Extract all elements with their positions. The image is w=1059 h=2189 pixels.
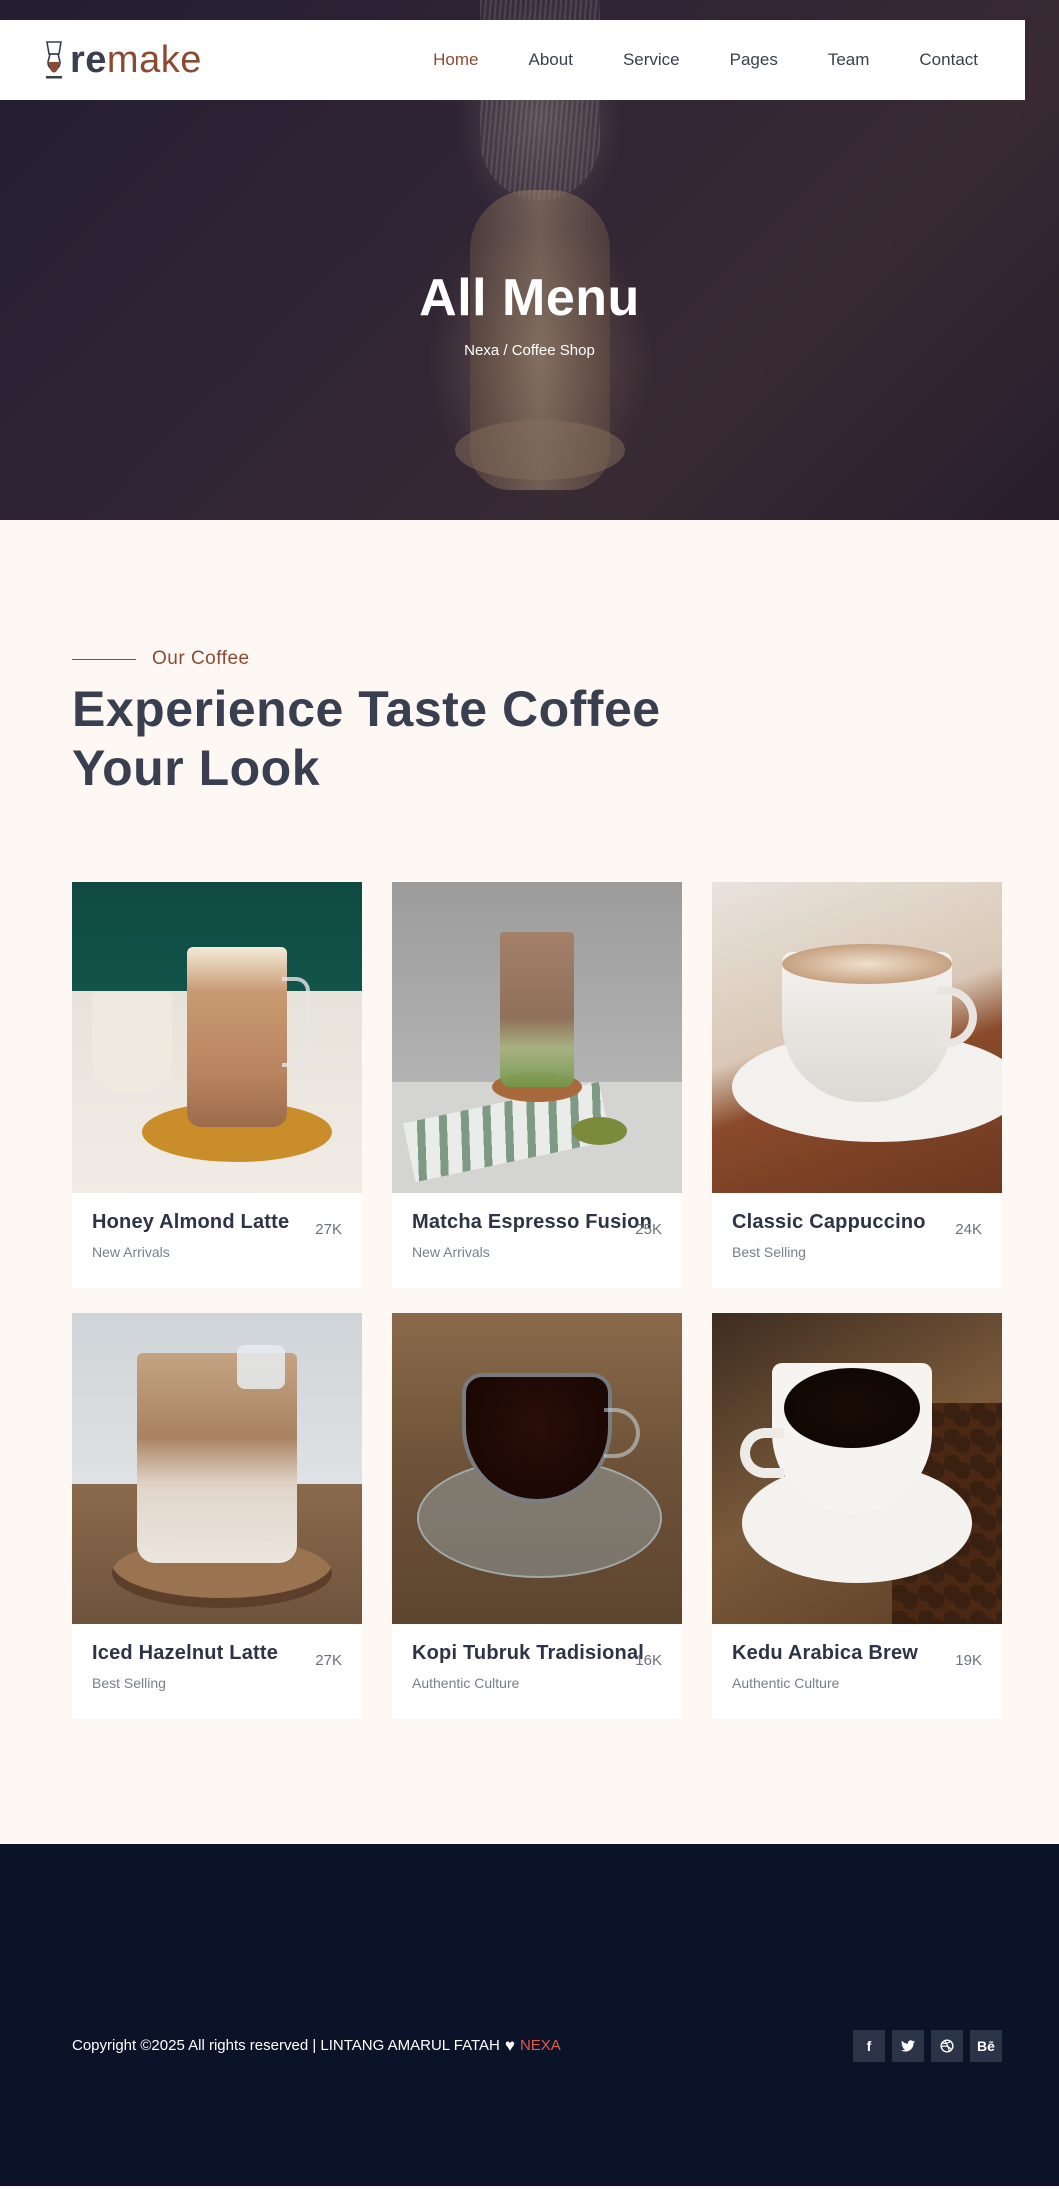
product-name: Matcha Espresso Fusion [412,1211,653,1233]
product-card[interactable]: Honey Almond Latte New Arrivals 27K [72,882,362,1288]
product-price: 27K [315,1652,342,1669]
section-title: Experience Taste Coffee Your Look [72,681,661,796]
logo-prefix: re [70,38,107,81]
menu-section: Our Coffee Experience Taste Coffee Your … [0,520,1059,1844]
nav-team[interactable]: Team [803,50,895,70]
eyebrow-label: Our Coffee [152,648,250,669]
product-name: Kopi Tubruk Tradisional [412,1642,645,1664]
dribbble-icon[interactable] [931,2030,963,2062]
nav-service[interactable]: Service [598,50,705,70]
product-tag: Authentic Culture [732,1675,840,1691]
nav-home[interactable]: Home [408,50,503,70]
product-price: 24K [955,1221,982,1238]
product-image [72,882,362,1193]
copyright-text: Copyright ©2025 All rights reserved | LI… [72,2036,561,2055]
product-tag: Best Selling [732,1244,806,1260]
nav-about[interactable]: About [504,50,598,70]
product-image [72,1313,362,1624]
breadcrumb: Nexa / Coffee Shop [464,342,595,359]
product-name: Kedu Arabica Brew [732,1642,919,1664]
product-grid: Honey Almond Latte New Arrivals 27K Matc… [72,882,1002,1719]
eyebrow-divider [72,658,136,660]
product-name: Classic Cappuccino [732,1211,926,1233]
product-price: 19K [955,1652,982,1669]
page-title: All Menu [419,269,640,327]
site-logo[interactable]: remake [44,39,202,82]
product-tag: Authentic Culture [412,1675,520,1691]
product-name: Iced Hazelnut Latte [92,1642,279,1664]
product-card[interactable]: Classic Cappuccino Best Selling 24K [712,882,1002,1288]
product-price: 25K [635,1221,662,1238]
product-card[interactable]: Iced Hazelnut Latte Best Selling 27K [72,1313,362,1719]
facebook-icon[interactable]: f [853,2030,885,2062]
hero-banner: remake Home About Service Pages Team Con… [0,0,1059,520]
product-price: 27K [315,1221,342,1238]
heart-icon: ♥ [504,2036,515,2055]
logo-suffix: make [106,38,202,81]
section-eyebrow: Our Coffee [72,648,987,670]
site-footer: Copyright ©2025 All rights reserved | LI… [0,1844,1059,2186]
nav-contact[interactable]: Contact [894,50,978,70]
product-image [712,882,1002,1193]
nav-pages[interactable]: Pages [705,50,803,70]
product-image [392,882,682,1193]
product-image [392,1313,682,1624]
product-card[interactable]: Kopi Tubruk Tradisional Authentic Cultur… [392,1313,682,1719]
navbar: remake Home About Service Pages Team Con… [0,20,1025,100]
product-tag: New Arrivals [92,1244,170,1260]
main-nav: Home About Service Pages Team Contact [408,50,978,70]
product-tag: Best Selling [92,1675,166,1691]
footer-brand-link[interactable]: NEXA [520,2037,561,2054]
product-name: Honey Almond Latte [92,1211,290,1233]
social-links: f Bē [853,2030,1002,2062]
coffee-press-icon [44,40,64,80]
product-card[interactable]: Matcha Espresso Fusion New Arrivals 25K [392,882,682,1288]
twitter-icon[interactable] [892,2030,924,2062]
product-card[interactable]: Kedu Arabica Brew Authentic Culture 19K [712,1313,1002,1719]
behance-icon[interactable]: Bē [970,2030,1002,2062]
product-price: 16K [635,1652,662,1669]
product-tag: New Arrivals [412,1244,490,1260]
product-image [712,1313,1002,1624]
